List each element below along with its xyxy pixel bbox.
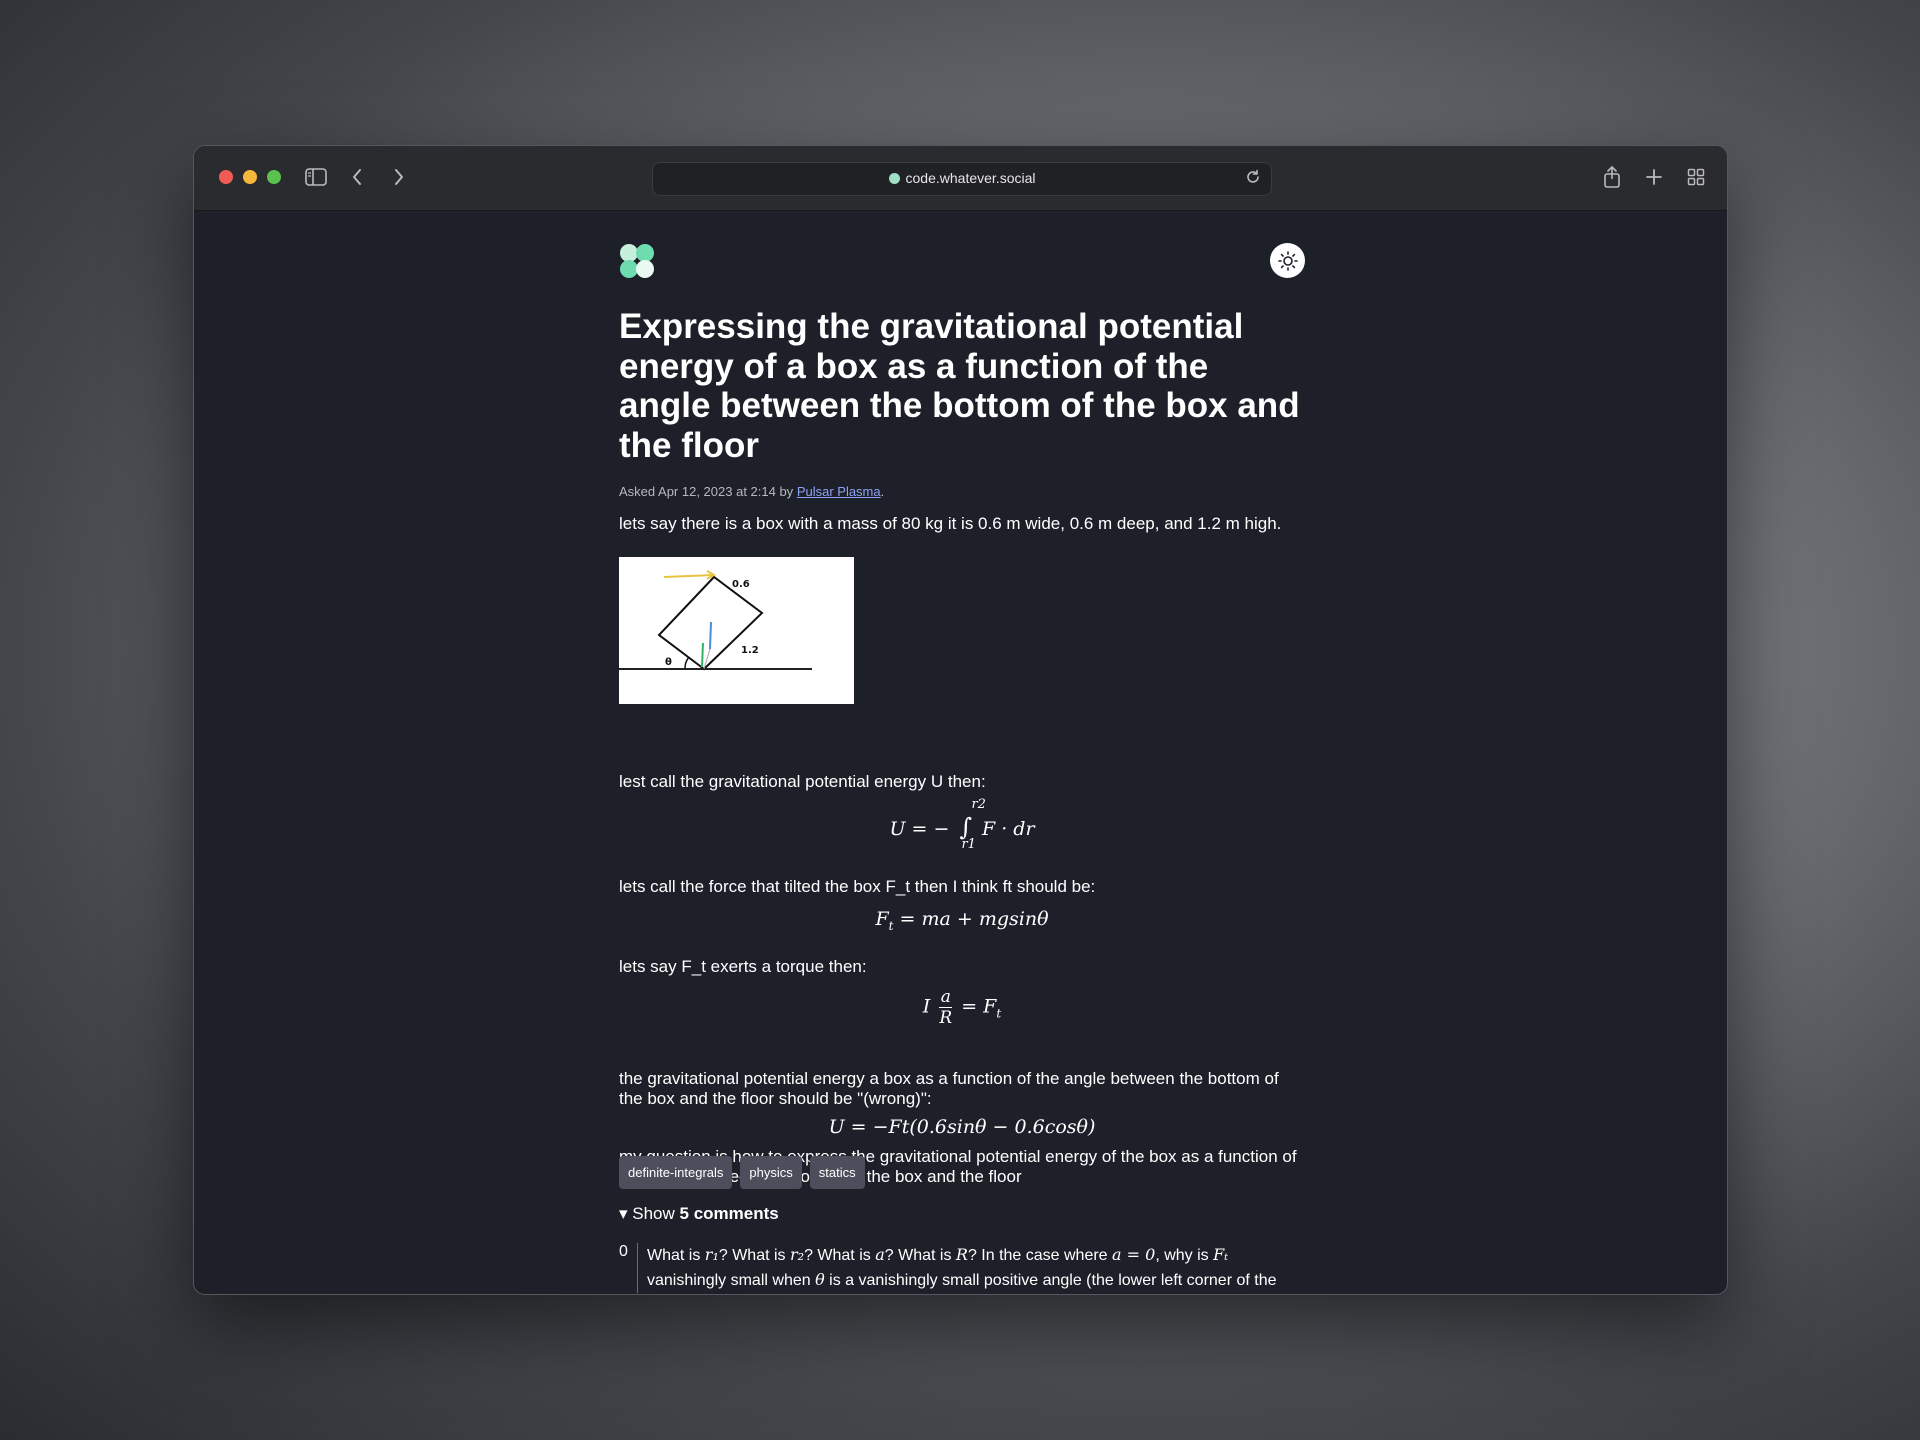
- tag-definite-integrals[interactable]: definite-integrals: [619, 1156, 733, 1189]
- comment-text: , why is: [1155, 1247, 1214, 1264]
- question-paragraph-1: lets say there is a box with a mass of 8…: [619, 514, 1282, 533]
- sun-icon: [1277, 250, 1298, 271]
- comment-math-a-eq-0: a = 0: [1112, 1245, 1156, 1264]
- question-meta: Asked Apr 12, 2023 at 2:14 by Pulsar Pla…: [619, 484, 884, 499]
- eq3-lead: I: [922, 995, 931, 1018]
- meta-suffix: .: [880, 484, 885, 499]
- comment-score: 0: [619, 1243, 628, 1260]
- eq3-rhs: = F: [961, 995, 997, 1018]
- eq3-denominator: R: [939, 1008, 953, 1028]
- figure-label-angle: θ: [665, 657, 672, 668]
- comment-text: ? In the case where: [967, 1247, 1113, 1264]
- theme-toggle-button[interactable]: [1270, 243, 1305, 278]
- question-paragraph-2: lest call the gravitational potential en…: [619, 772, 986, 791]
- tag-physics[interactable]: physics: [740, 1156, 802, 1189]
- comment-text: vanishingly small when: [647, 1272, 816, 1289]
- comment-math-Ft: Fₜ: [1213, 1245, 1229, 1264]
- eq2-lhs: F: [875, 908, 889, 930]
- site-logo-icon[interactable]: [619, 243, 655, 279]
- comment-math-a: a: [875, 1245, 885, 1264]
- page-content: Expressing the gravitational potential e…: [194, 211, 1727, 1294]
- address-bar[interactable]: code.whatever.social: [652, 162, 1272, 196]
- question-paragraph-3: lets call the force that tilted the box …: [619, 877, 1096, 896]
- comments-toggle-prefix: ▾ Show: [619, 1204, 675, 1223]
- comment-body: What is r₁? What is r₂? What is a? What …: [637, 1243, 1313, 1293]
- equation-3: I a R = Ft: [619, 987, 1305, 1028]
- equation-2: Ft = ma + mgsinθ: [619, 908, 1305, 933]
- browser-window: code.whatever.social Expressing the grav…: [193, 145, 1728, 1295]
- comment-math-r1: r₁: [704, 1245, 719, 1264]
- new-tab-icon[interactable]: [1642, 166, 1666, 188]
- author-link[interactable]: Pulsar Plasma: [797, 484, 881, 499]
- zoom-window-button[interactable]: [267, 170, 281, 184]
- eq1-upper-limit: r2: [971, 797, 986, 812]
- tag-list: definite-integrals physics statics: [619, 1156, 865, 1189]
- eq1-lower-limit: r1: [961, 837, 976, 852]
- tag-statics[interactable]: statics: [809, 1156, 865, 1189]
- browser-toolbar: code.whatever.social: [194, 146, 1727, 211]
- eq2-rhs: = ma + mgsinθ: [893, 908, 1049, 930]
- back-icon[interactable]: [345, 166, 369, 188]
- comment-text: What is: [647, 1247, 705, 1264]
- comment-text: is a vanishingly small positive angle (t…: [824, 1272, 1277, 1289]
- figure-label-side: 1.2: [741, 645, 759, 656]
- tab-overview-icon[interactable]: [1684, 166, 1708, 188]
- question-paragraph-5: the gravitational potential energy a box…: [619, 1069, 1279, 1108]
- eq1-rhs: F · dr: [982, 818, 1035, 840]
- comment-text: ? What is: [718, 1247, 790, 1264]
- comment-text: ? What is: [804, 1247, 876, 1264]
- share-icon[interactable]: [1600, 166, 1624, 188]
- show-comments-toggle[interactable]: ▾ Show 5 comments: [619, 1204, 779, 1224]
- url-text: code.whatever.social: [905, 170, 1036, 186]
- site-favicon-icon: [888, 173, 900, 184]
- figure-label-top: 0.6: [732, 579, 750, 590]
- eq3-numerator: a: [939, 987, 953, 1008]
- comment-math-theta: θ: [815, 1270, 825, 1289]
- forward-icon[interactable]: [387, 166, 411, 188]
- asked-date: Asked Apr 12, 2023 at 2:14 by: [619, 484, 794, 499]
- equation-1: U = − ∫ r2 r1 F · dr: [619, 797, 1305, 859]
- comments-count: 5 comments: [679, 1204, 779, 1223]
- question-paragraph-4: lets say F_t exerts a torque then:: [619, 957, 867, 976]
- box-diagram-image: 0.6 1.2 θ: [619, 557, 854, 704]
- page-title: Expressing the gravitational potential e…: [619, 307, 1300, 465]
- comment-text: ? What is: [884, 1247, 956, 1264]
- equation-4: U = −Ft(0.6sinθ − 0.6cosθ): [828, 1116, 1096, 1138]
- close-window-button[interactable]: [219, 170, 233, 184]
- comment-math-R: R: [955, 1245, 968, 1264]
- comment-math-r2: r₂: [790, 1245, 805, 1264]
- eq1-lhs: U = −: [889, 818, 950, 840]
- sidebar-toggle-icon[interactable]: [304, 166, 328, 188]
- minimize-window-button[interactable]: [243, 170, 257, 184]
- eq3-sub: t: [996, 1006, 1002, 1021]
- reload-icon[interactable]: [1245, 169, 1263, 187]
